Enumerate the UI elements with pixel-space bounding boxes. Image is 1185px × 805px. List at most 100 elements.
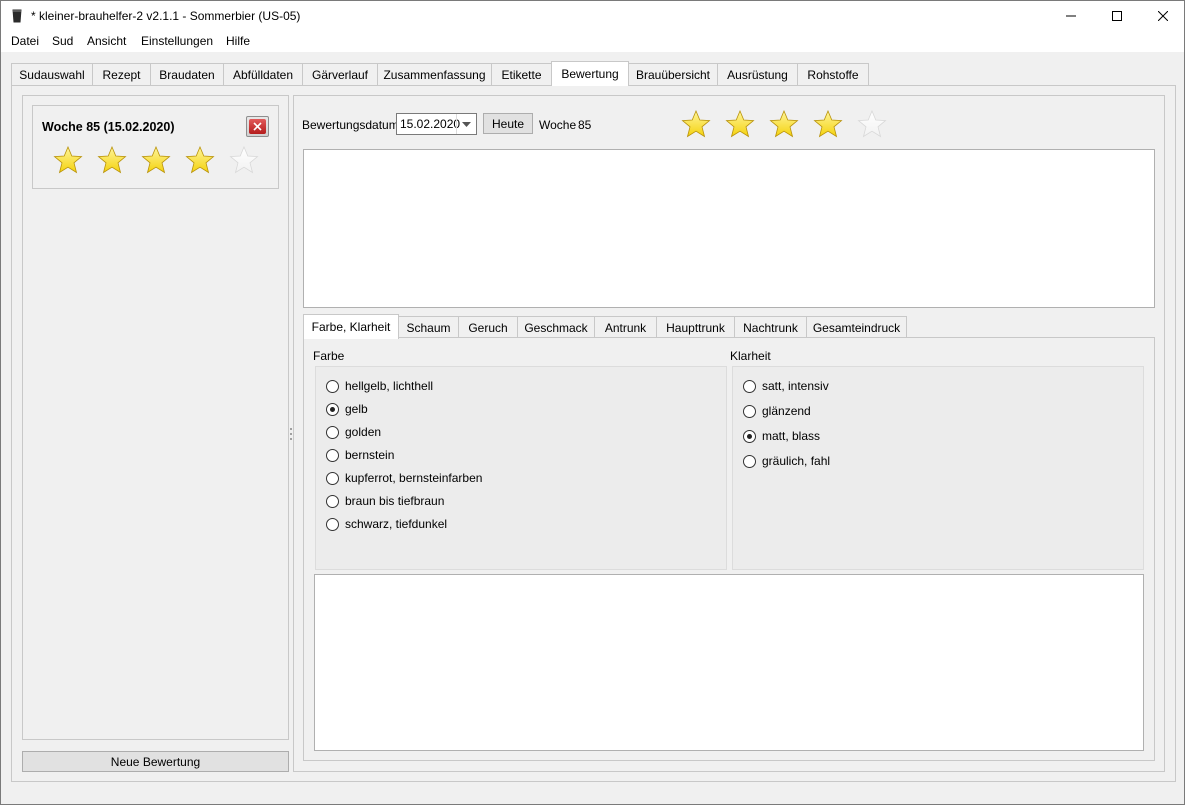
radio-button[interactable] [326,494,339,508]
menu-einstellungen[interactable]: Einstellungen [141,34,213,48]
farbe-option[interactable]: hellgelb, lichthell [326,379,433,393]
beer-glass-icon [12,9,22,23]
app-window: * kleiner-brauhelfer-2 v2.1.1 - Sommerbi… [0,0,1185,805]
tab-sudauswahl[interactable]: Sudauswahl [11,63,93,85]
radio-button[interactable] [326,517,339,531]
close-button[interactable] [1140,1,1185,31]
chevron-down-icon[interactable] [456,114,476,134]
radio-label: golden [345,425,382,439]
radio-label: glänzend [762,404,811,418]
klarheit-option[interactable]: matt, blass [743,429,820,443]
today-button[interactable]: Heute [483,113,533,134]
menu-bar: Datei Sud Ansicht Einstellungen Hilfe [1,32,1184,52]
date-picker[interactable]: 15.02.2020 [396,113,477,135]
tab-abfuelldaten[interactable]: Abfülldaten [223,63,303,85]
klarheit-option[interactable]: gräulich, fahl [743,454,830,468]
maximize-button[interactable] [1094,1,1140,31]
rating-entry-title: Woche 85 (15.02.2020) [42,120,175,134]
radio-label: gelb [345,402,368,416]
rating-stars-input[interactable] [674,108,894,140]
radio-label: bernstein [345,448,395,462]
tab-etikette[interactable]: Etikette [491,63,552,85]
star-icon[interactable] [674,108,718,140]
radio-label: kupferrot, bernsteinfarben [345,471,483,485]
star-icon[interactable] [806,108,850,140]
klarheit-option[interactable]: satt, intensiv [743,379,829,393]
radio-button[interactable] [326,379,339,393]
star-icon [90,144,134,176]
window-title: * kleiner-brauhelfer-2 v2.1.1 - Sommerbi… [31,9,301,23]
minimize-button[interactable] [1048,1,1094,31]
tab-rezept[interactable]: Rezept [92,63,151,85]
subtab-antrunk[interactable]: Antrunk [594,316,657,338]
farbe-group [315,366,727,570]
radio-button[interactable] [743,404,756,418]
star-icon[interactable] [762,108,806,140]
tab-braudaten[interactable]: Braudaten [150,63,224,85]
tab-ausruestung[interactable]: Ausrüstung [717,63,798,85]
farbe-option[interactable]: golden [326,425,381,439]
radio-button[interactable] [326,425,339,439]
radio-button[interactable] [743,454,756,468]
subtab-gesamteindruck[interactable]: Gesamteindruck [806,316,907,338]
radio-button[interactable] [326,402,339,416]
subtab-farbe-klarheit[interactable]: Farbe, Klarheit [303,314,399,339]
klarheit-label: Klarheit [730,349,771,363]
star-icon [178,144,222,176]
tab-bewertung[interactable]: Bewertung [551,61,629,86]
date-value: 15.02.2020 [400,117,461,131]
radio-label: satt, intensiv [762,379,829,393]
subtab-geschmack[interactable]: Geschmack [517,316,595,338]
date-label: Bewertungsdatum [302,118,399,132]
title-bar[interactable]: * kleiner-brauhelfer-2 v2.1.1 - Sommerbi… [1,1,1184,32]
star-icon [222,144,266,176]
radio-label: matt, blass [762,429,821,443]
menu-hilfe[interactable]: Hilfe [226,34,250,48]
delete-x-icon [249,119,266,134]
radio-label: hellgelb, lichthell [345,379,434,393]
star-icon [46,144,90,176]
menu-datei[interactable]: Datei [11,34,39,48]
radio-button[interactable] [326,448,339,462]
star-icon[interactable] [850,108,894,140]
rating-comment-editor[interactable] [303,149,1155,308]
tab-brauuebersicht[interactable]: Brauübersicht [628,63,718,85]
splitter-handle[interactable] [290,428,292,440]
star-icon [134,144,178,176]
week-value: 85 [578,118,592,132]
farbe-option[interactable]: kupferrot, bernsteinfarben [326,471,482,485]
farbe-option[interactable]: schwarz, tiefdunkel [326,517,447,531]
close-icon [1158,11,1168,21]
radio-button[interactable] [743,429,756,443]
radio-label: braun bis tiefbraun [345,494,445,508]
farbe-option[interactable]: bernstein [326,448,394,462]
tab-zusammenfassung[interactable]: Zusammenfassung [377,63,492,85]
maximize-icon [1112,11,1122,21]
radio-button[interactable] [326,471,339,485]
farbe-klarheit-notes[interactable] [314,574,1144,751]
tab-rohstoffe[interactable]: Rohstoffe [797,63,869,85]
menu-sud[interactable]: Sud [52,34,73,48]
radio-label: gräulich, fahl [762,454,831,468]
radio-label: schwarz, tiefdunkel [345,517,448,531]
star-icon[interactable] [718,108,762,140]
klarheit-option[interactable]: glänzend [743,404,811,418]
radio-button[interactable] [743,379,756,393]
menu-ansicht[interactable]: Ansicht [87,34,126,48]
farbe-label: Farbe [313,349,345,363]
tab-gaerverlauf[interactable]: Gärverlauf [302,63,378,85]
farbe-option[interactable]: gelb [326,402,368,416]
delete-rating-button[interactable] [246,116,269,137]
week-label: Woche [539,118,577,132]
minimize-icon [1066,15,1076,17]
subtab-nachtrunk[interactable]: Nachtrunk [734,316,807,338]
rating-list[interactable] [22,95,289,740]
farbe-option[interactable]: braun bis tiefbraun [326,494,444,508]
rating-entry[interactable]: Woche 85 (15.02.2020) [32,105,279,189]
rating-entry-stars [46,144,266,176]
subtab-haupttrunk[interactable]: Haupttrunk [656,316,735,338]
subtab-schaum[interactable]: Schaum [398,316,459,338]
subtab-geruch[interactable]: Geruch [458,316,518,338]
new-rating-button[interactable]: Neue Bewertung [22,751,289,772]
klarheit-group [732,366,1144,570]
